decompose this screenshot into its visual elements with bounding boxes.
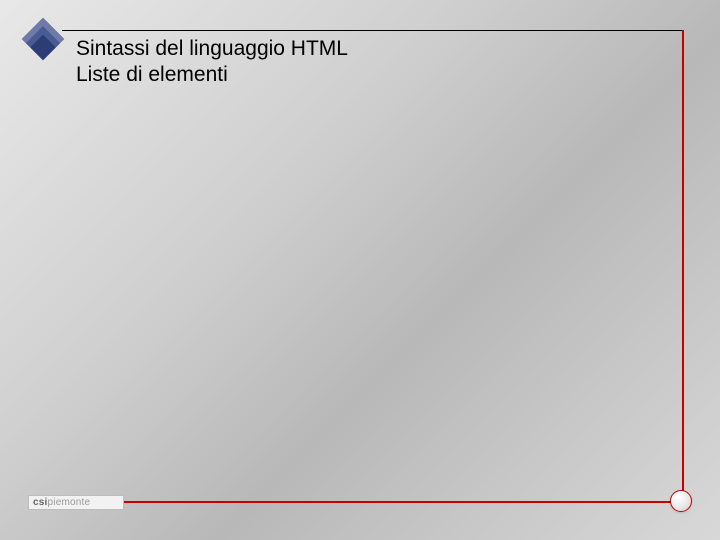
slide: Sintassi del linguaggio HTML Liste di el… bbox=[0, 0, 720, 540]
frame-bottom-border bbox=[28, 501, 684, 503]
frame-right-border bbox=[682, 30, 684, 503]
title-line-1: Sintassi del linguaggio HTML bbox=[76, 36, 660, 62]
corner-circle-icon bbox=[670, 490, 692, 512]
footer-brand-rest: piemonte bbox=[48, 497, 91, 508]
slide-title: Sintassi del linguaggio HTML Liste di el… bbox=[76, 36, 660, 89]
header-divider bbox=[62, 30, 684, 31]
title-line-2: Liste di elementi bbox=[76, 62, 660, 88]
footer-brand: csipiemonte bbox=[28, 495, 124, 510]
brand-logo-icon bbox=[20, 16, 66, 62]
footer-brand-bold: csi bbox=[33, 497, 48, 508]
